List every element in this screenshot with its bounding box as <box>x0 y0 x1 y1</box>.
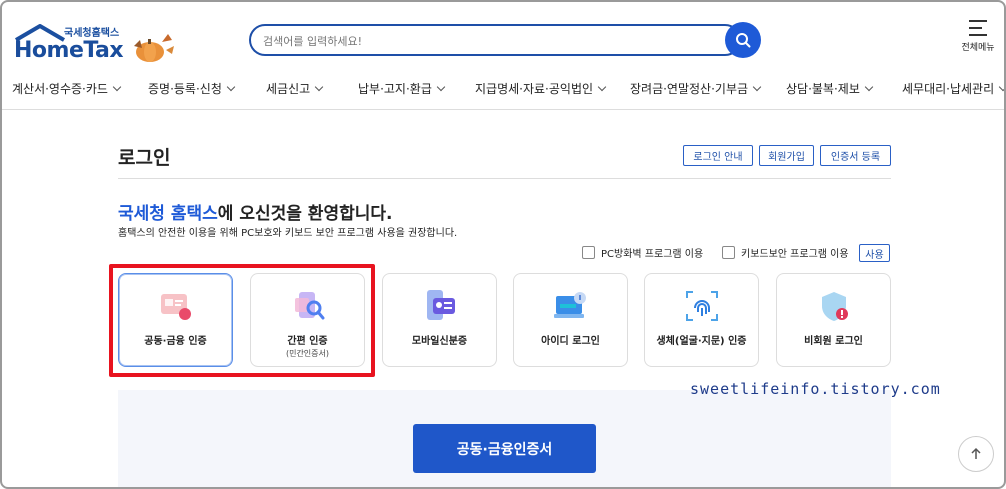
checkbox-label: 키보드보안 프로그램 이용 <box>741 249 849 260</box>
card-id-login[interactable]: 아이디 로그인 <box>513 273 628 367</box>
arrow-up-icon <box>971 447 981 459</box>
hamburger-icon <box>969 20 987 36</box>
checkbox-label: PC방화벽 프로그램 이용 <box>601 249 704 260</box>
nav-item-payment[interactable]: 납부·고지·환급 <box>358 80 446 97</box>
card-mobile-id[interactable]: 모바일신분증 <box>382 273 497 367</box>
nav-item-invoice[interactable]: 계산서·영수증·카드 <box>12 80 122 97</box>
scroll-top-button[interactable] <box>958 436 994 472</box>
register-certificate-button[interactable]: 인증서 등록 <box>820 145 891 166</box>
card-label: 아이디 로그인 <box>541 336 600 347</box>
security-notice: 홈택스의 안전한 이용을 위해 PC보호와 키보드 보안 프로그램 사용을 권장… <box>118 228 458 239</box>
nav-item-statement[interactable]: 지급명세·자료·공익법인 <box>475 80 607 97</box>
nav-label: 증명·등록·신청 <box>148 82 222 96</box>
checkbox-box[interactable] <box>722 246 735 259</box>
search-icon <box>736 33 751 48</box>
welcome-highlight: 국세청 홈택스 <box>118 204 218 224</box>
checkbox-box[interactable] <box>582 246 595 259</box>
fingerprint-icon <box>686 291 718 321</box>
pumpkin-icon <box>134 34 174 62</box>
chevron-down-icon <box>314 82 324 92</box>
nav-label: 계산서·영수증·카드 <box>12 82 108 96</box>
card-biometric[interactable]: 생체(얼굴·지문) 인증 <box>644 273 759 367</box>
header: 국세청홈택스 HomeTax 검색어를 입력하세요! 전체메뉴 <box>2 2 1004 70</box>
nav-item-certificate[interactable]: 증명·등록·신청 <box>148 80 236 97</box>
search-box <box>249 24 741 56</box>
page-title: 로그인 <box>118 147 171 169</box>
mobile-id-icon <box>427 290 455 320</box>
red-highlight-box <box>109 264 375 377</box>
login-guide-button[interactable]: 로그인 안내 <box>683 145 753 166</box>
nav-label: 세금신고 <box>266 82 311 96</box>
chevron-down-icon <box>597 82 607 92</box>
logo-main-text: HomeTax <box>14 38 124 63</box>
chevron-down-icon <box>436 82 446 92</box>
card-label: 모바일신분증 <box>411 336 468 347</box>
nav-item-tax-report[interactable]: 세금신고 <box>266 80 324 97</box>
chevron-down-icon <box>226 82 236 92</box>
nav-label: 상담·불복·제보 <box>786 82 860 96</box>
nav-item-incentive[interactable]: 장려금·연말정산·기부금 <box>630 80 762 97</box>
joint-financial-cert-button[interactable]: 공동·금융인증서 <box>413 424 596 473</box>
chevron-down-icon <box>998 82 1004 92</box>
welcome-rest: 에 오신것을 환영합니다. <box>217 204 393 224</box>
id-login-icon <box>554 292 586 318</box>
hometax-logo[interactable]: 국세청홈택스 HomeTax <box>12 20 182 64</box>
guest-shield-icon <box>822 292 848 321</box>
nav-label: 세무대리·납세관리 <box>902 82 995 96</box>
card-label: 비회원 로그인 <box>804 336 863 347</box>
divider <box>118 178 891 179</box>
use-button[interactable]: 사용 <box>859 244 890 262</box>
search-button[interactable] <box>725 22 761 58</box>
chevron-down-icon <box>112 82 122 92</box>
pc-firewall-checkbox[interactable]: PC방화벽 프로그램 이용 <box>582 245 703 260</box>
search-input[interactable] <box>263 31 703 51</box>
browser-frame: 국세청홈택스 HomeTax 검색어를 입력하세요! 전체메뉴 계산서·영수증·… <box>0 0 1006 489</box>
card-guest-login[interactable]: 비회원 로그인 <box>776 273 891 367</box>
card-label: 생체(얼굴·지문) 인증 <box>656 336 747 347</box>
nav-item-agent[interactable]: 세무대리·납세관리 <box>902 80 1004 97</box>
main-nav: 계산서·영수증·카드 증명·등록·신청 세금신고 납부·고지·환급 지급명세·자… <box>2 72 1004 110</box>
menu-all-label: 전체메뉴 <box>961 43 995 53</box>
menu-all-button[interactable]: 전체메뉴 <box>958 20 998 60</box>
welcome-heading: 국세청 홈택스에 오신것을 환영합니다. <box>118 199 392 224</box>
logo-small-text: 국세청홈택스 <box>64 28 120 39</box>
nav-item-consult[interactable]: 상담·불복·제보 <box>786 80 874 97</box>
chevron-down-icon <box>864 82 874 92</box>
keyboard-security-checkbox[interactable]: 키보드보안 프로그램 이용 <box>722 245 849 260</box>
chevron-down-icon <box>752 82 762 92</box>
watermark-text: sweetlifeinfo.tistory.com <box>690 380 941 398</box>
nav-label: 장려금·연말정산·기부금 <box>630 82 749 96</box>
nav-label: 지급명세·자료·공익법인 <box>475 82 594 96</box>
signup-button[interactable]: 회원가입 <box>759 145 814 166</box>
nav-label: 납부·고지·환급 <box>358 82 432 96</box>
